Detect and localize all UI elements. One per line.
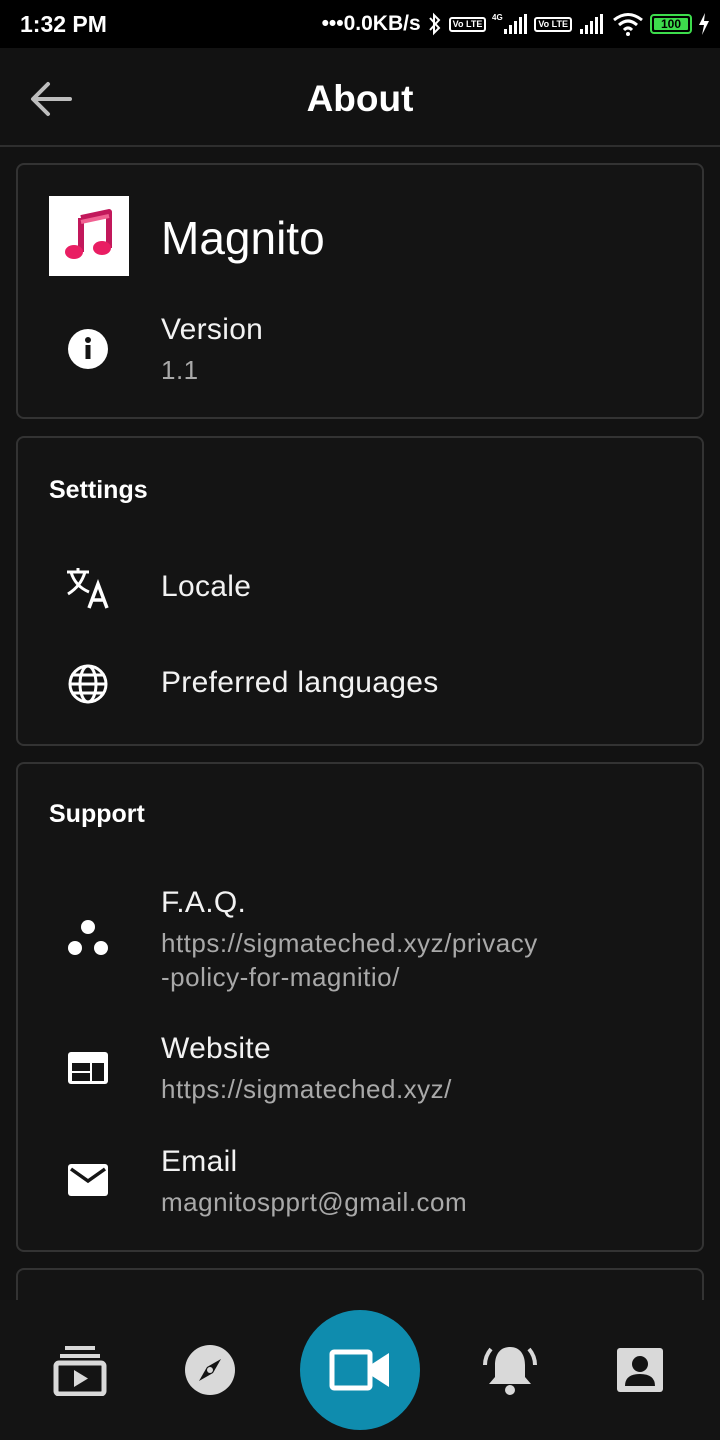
- music-note-icon: [65, 209, 112, 259]
- notifications-icon: [483, 1347, 537, 1395]
- explore-icon: [185, 1345, 235, 1395]
- charging-icon: [698, 13, 710, 35]
- nav-explore[interactable]: [180, 1340, 240, 1400]
- web-icon: [64, 1044, 112, 1092]
- support-heading: Support: [49, 800, 145, 828]
- version-label: Version: [161, 313, 264, 346]
- app-name: Magnito: [161, 212, 325, 264]
- signal-4g-icon: 4G: [492, 12, 528, 36]
- volte-badge-2: Vo LTE: [534, 16, 572, 32]
- volte-badge-1: Vo LTE: [448, 16, 487, 32]
- settings-heading: Settings: [49, 476, 148, 504]
- nav-account[interactable]: [610, 1340, 670, 1400]
- faq-url-line2: -policy-for-magnitio/: [161, 962, 400, 992]
- signal-icon: [578, 12, 606, 36]
- account-icon: [617, 1348, 663, 1392]
- app-logo: [49, 196, 129, 276]
- translate-icon: [64, 564, 112, 612]
- nav-subscriptions[interactable]: [50, 1340, 110, 1400]
- info-icon: [64, 325, 112, 373]
- status-bar: 1:32 PM •••0.0KB/s Vo LTE 4G Vo LTE 100: [0, 0, 720, 48]
- email-address: magnitospprt@gmail.com: [161, 1187, 468, 1217]
- website-label: Website: [161, 1032, 271, 1065]
- email-label: Email: [161, 1145, 238, 1178]
- status-time: 1:32 PM: [20, 11, 107, 37]
- video-camera-icon: [329, 1349, 389, 1391]
- bubbles-icon: [64, 914, 112, 962]
- faq-label: F.A.Q.: [161, 886, 247, 919]
- nav-notifications[interactable]: [480, 1340, 540, 1400]
- app-bar: About: [0, 48, 720, 147]
- support-card: Support F.A.Q. https://sigmateched.xyz/p…: [16, 762, 704, 1252]
- version-value: 1.1: [161, 355, 199, 385]
- faq-url-line1: https://sigmateched.xyz/privacy: [161, 928, 538, 958]
- globe-icon: [64, 660, 112, 708]
- about-card: Magnito Version 1.1: [16, 163, 704, 419]
- subscriptions-icon: [53, 1346, 107, 1396]
- battery-icon: 100: [650, 14, 692, 34]
- nav-create-video[interactable]: [300, 1310, 420, 1430]
- bluetooth-icon: [427, 12, 443, 36]
- bottom-nav: [0, 1300, 720, 1440]
- net-type-text: 4G: [492, 13, 503, 22]
- network-speed: •••0.0KB/s: [321, 12, 421, 35]
- email-icon: [64, 1156, 112, 1204]
- website-url: https://sigmateched.xyz/: [161, 1074, 452, 1104]
- status-icons: •••0.0KB/s Vo LTE 4G Vo LTE 100: [322, 10, 710, 38]
- wifi-icon: [612, 12, 644, 36]
- settings-item-label: Locale: [161, 570, 252, 603]
- battery-level: 100: [660, 17, 682, 31]
- settings-item-label: Preferred languages: [161, 666, 439, 699]
- settings-card: Settings Locale Preferred languages: [16, 436, 704, 746]
- page-title: About: [306, 78, 414, 119]
